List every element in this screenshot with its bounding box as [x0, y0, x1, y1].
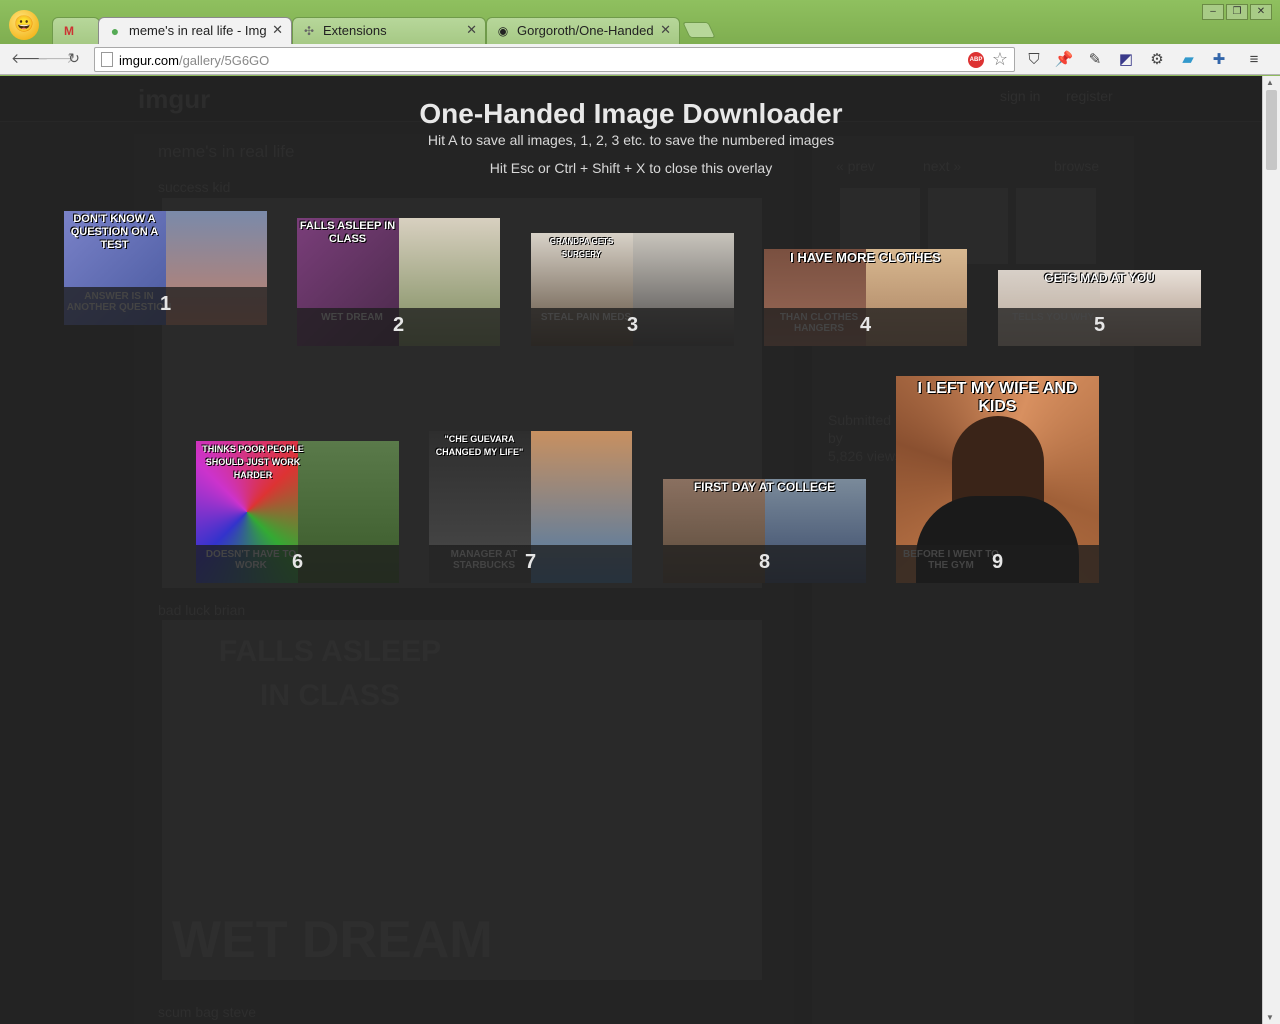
- thumb-number: 7: [524, 551, 537, 573]
- window-icon[interactable]: ▰: [1178, 50, 1198, 70]
- thumb-number: 1: [159, 293, 172, 315]
- tab-title: Extensions: [323, 23, 387, 38]
- troll-face-icon: 😀: [9, 10, 39, 40]
- back-button[interactable]: 🡐: [11, 50, 49, 67]
- thumb-number-bar: MANAGER AT STARBUCKS 7: [429, 545, 632, 583]
- page-icon: [101, 52, 113, 67]
- new-tab-button[interactable]: [682, 22, 716, 38]
- thumb-number-bar: BEFORE I WENT TO THE GYM 9: [896, 545, 1099, 583]
- image-thumb-5[interactable]: GETS MAD AT YOU TELLS YOU WHY 5: [998, 270, 1201, 346]
- thumb-caption: "CHE GUEVARA CHANGED MY LIFE": [435, 434, 524, 457]
- thumb-number: 6: [291, 551, 304, 573]
- page-viewport: imgur sign in register meme's in real li…: [0, 76, 1262, 1024]
- adblock-icon[interactable]: ABP: [968, 52, 984, 68]
- reload-button[interactable]: ↻: [64, 50, 84, 67]
- minimize-button[interactable]: –: [1202, 4, 1224, 20]
- puzzle-ext-icon[interactable]: ✚: [1209, 50, 1229, 70]
- scrollbar-thumb[interactable]: [1266, 90, 1277, 170]
- thumb-caption: GETS MAD AT YOU: [1044, 271, 1155, 285]
- github-icon: ◉: [497, 24, 509, 38]
- tool-icon[interactable]: ✎: [1085, 50, 1105, 70]
- close-tab-icon[interactable]: ✕: [466, 22, 477, 38]
- pocket-icon[interactable]: ⛉: [1024, 50, 1044, 70]
- thumb-number: 5: [1093, 314, 1106, 336]
- thumb-number-bar: DOESN'T HAVE TO WORK 6: [196, 545, 399, 583]
- tab-extensions[interactable]: ✣ Extensions ✕: [292, 17, 486, 44]
- overlay-title: One-Handed Image Downloader: [419, 98, 843, 129]
- puzzle-icon: ✣: [303, 24, 315, 38]
- thumb-number-bar: STEAL PAIN MEDS 3: [531, 308, 734, 346]
- maximize-button[interactable]: ❐: [1226, 4, 1248, 20]
- vertical-scrollbar[interactable]: ▲ ▼: [1262, 76, 1280, 1024]
- tab-imgur[interactable]: ● meme's in real life - Img ✕: [98, 17, 292, 45]
- tab-title: meme's in real life - Img: [129, 23, 267, 38]
- image-thumb-1[interactable]: DON'T KNOW A QUESTION ON A TEST ANSWER I…: [64, 211, 267, 325]
- address-bar[interactable]: imgur.com/gallery/5G6GO ABP ☆: [94, 47, 1015, 72]
- scroll-down-icon[interactable]: ▼: [1266, 1013, 1274, 1022]
- thumb-number: 2: [392, 314, 405, 336]
- image-thumb-9[interactable]: I LEFT MY WIFE AND KIDS BEFORE I WENT TO…: [896, 376, 1099, 583]
- window-controls: – ❐ ✕: [1202, 4, 1272, 20]
- image-thumb-4[interactable]: I HAVE MORE CLOTHES THAN CLOTHES HANGERS…: [764, 249, 967, 346]
- scroll-up-icon[interactable]: ▲: [1266, 78, 1274, 87]
- close-window-button[interactable]: ✕: [1250, 4, 1272, 20]
- bookmark-star-icon[interactable]: ☆: [992, 49, 1008, 70]
- thumb-caption: I HAVE MORE CLOTHES: [790, 250, 941, 265]
- thumb-number-bar: WET DREAM 2: [297, 308, 500, 346]
- url-text: imgur.com/gallery/5G6GO: [119, 53, 270, 68]
- thumb-number-bar: ANSWER IS IN ANOTHER QUESTION 1: [64, 287, 267, 325]
- browser-titlebar: 😀 M ● meme's in real life - Img ✕ ✣ Exte…: [0, 0, 1280, 45]
- thumb-caption: THINKS POOR PEOPLE SHOULD JUST WORK HARD…: [202, 444, 304, 480]
- thumb-caption: FALLS ASLEEP IN CLASS: [299, 220, 396, 245]
- gear-icon[interactable]: ⚙: [1147, 50, 1167, 70]
- overlay-close-hint: Hit Esc or Ctrl + Shift + X to close thi…: [489, 160, 773, 176]
- gmail-icon: M: [64, 24, 74, 38]
- tab-github[interactable]: ◉ Gorgoroth/One-Handed ✕: [486, 17, 680, 44]
- browser-toolbar: 🡐 🡒 ↻ imgur.com/gallery/5G6GO ABP ☆ ⛉ 📌 …: [0, 44, 1280, 75]
- image-thumb-7[interactable]: "CHE GUEVARA CHANGED MY LIFE" MANAGER AT…: [429, 431, 632, 583]
- chart-icon[interactable]: ◩: [1116, 50, 1136, 70]
- image-thumb-2[interactable]: FALLS ASLEEP IN CLASS WET DREAM 2: [297, 218, 500, 346]
- pin-icon[interactable]: 📌: [1054, 50, 1074, 70]
- close-tab-icon[interactable]: ✕: [660, 22, 671, 38]
- image-thumb-3[interactable]: GRANDPA GETS SURGERY STEAL PAIN MEDS 3: [531, 233, 734, 346]
- overlay-instructions: Hit A to save all images, 1, 2, 3 etc. t…: [427, 132, 835, 148]
- menu-icon[interactable]: ≡: [1244, 50, 1264, 70]
- thumb-number-bar: 8: [663, 545, 866, 583]
- tab-gmail[interactable]: M: [52, 17, 100, 44]
- downloader-overlay: One-Handed Image Downloader Hit A to sav…: [0, 76, 1262, 1024]
- thumb-number: 3: [626, 314, 639, 336]
- thumb-number: 9: [991, 551, 1004, 573]
- image-thumb-6[interactable]: THINKS POOR PEOPLE SHOULD JUST WORK HARD…: [196, 441, 399, 583]
- thumb-number-bar: THAN CLOTHES HANGERS 4: [764, 308, 967, 346]
- thumb-caption: I LEFT MY WIFE AND KIDS: [917, 380, 1078, 415]
- thumb-caption: DON'T KNOW A QUESTION ON A TEST: [70, 213, 159, 251]
- image-thumb-8[interactable]: FIRST DAY AT COLLEGE 8: [663, 479, 866, 583]
- imgur-icon: ●: [110, 23, 120, 39]
- thumb-caption: FIRST DAY AT COLLEGE: [693, 480, 836, 494]
- thumb-number: 4: [859, 314, 872, 336]
- forward-button[interactable]: 🡒: [37, 50, 75, 67]
- tab-title: Gorgoroth/One-Handed: [517, 23, 654, 38]
- thumb-number: 8: [758, 551, 771, 573]
- thumb-caption: GRANDPA GETS SURGERY: [549, 237, 614, 259]
- close-tab-icon[interactable]: ✕: [272, 22, 283, 38]
- thumb-number-bar: TELLS YOU WHY 5: [998, 308, 1201, 346]
